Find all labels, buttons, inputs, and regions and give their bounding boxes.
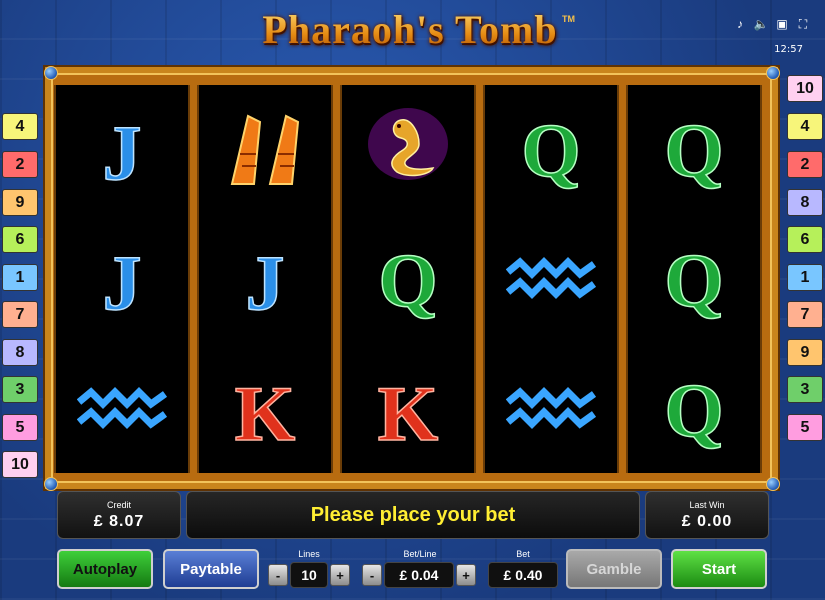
frame-stud (44, 477, 58, 491)
bet-line-value: £ 0.04 (384, 562, 454, 588)
frame-stud (766, 477, 780, 491)
reel-4: Q (483, 85, 619, 473)
symbol-water (485, 215, 617, 343)
line-marker-10[interactable]: 10 (787, 75, 823, 102)
line-marker-1[interactable]: 1 (2, 264, 38, 291)
line-marker-1[interactable]: 1 (787, 264, 823, 291)
bet-line-minus-button[interactable]: - (362, 564, 382, 586)
svg-text:Q: Q (664, 109, 723, 193)
bet-control: Bet £ 0.40 (488, 549, 558, 589)
line-marker-9[interactable]: 9 (2, 189, 38, 216)
start-button[interactable]: Start (671, 549, 767, 589)
symbol-q: Q (628, 85, 760, 213)
symbol-k: K (199, 345, 331, 473)
svg-text:Q: Q (664, 239, 723, 323)
symbol-k: K (342, 345, 474, 473)
paytable-button[interactable]: Paytable (163, 549, 259, 589)
line-marker-6[interactable]: 6 (787, 226, 823, 253)
line-marker-8[interactable]: 8 (2, 339, 38, 366)
line-marker-4[interactable]: 4 (2, 113, 38, 140)
svg-text:K: K (378, 370, 439, 454)
reel-1: J J (54, 85, 190, 473)
bet-line-label: Bet/Line (403, 549, 437, 559)
symbol-q: Q (628, 345, 760, 473)
line-marker-2[interactable]: 2 (2, 151, 38, 178)
trademark: TM (562, 14, 575, 24)
line-marker-4[interactable]: 4 (787, 113, 823, 140)
reel-3: Q K (340, 85, 476, 473)
dice-icon[interactable]: ▣ (776, 17, 788, 31)
line-marker-6[interactable]: 6 (2, 226, 38, 253)
line-marker-10[interactable]: 10 (2, 451, 38, 478)
symbol-q: Q (342, 215, 474, 343)
line-marker-9[interactable]: 9 (787, 339, 823, 366)
symbol-j: J (56, 85, 188, 213)
line-marker-3[interactable]: 3 (2, 376, 38, 403)
line-marker-7[interactable]: 7 (787, 301, 823, 328)
symbol-j: J (199, 215, 331, 343)
frame-stud (766, 66, 780, 80)
reels-frame: J J J K Q K Q Q Q Q (45, 67, 778, 489)
svg-text:Q: Q (664, 369, 723, 453)
credit-value: £ 8.07 (93, 513, 145, 530)
symbol-j: J (56, 215, 188, 343)
sound-icon[interactable]: 🔈 (754, 17, 769, 31)
lines-value: 10 (290, 562, 328, 588)
last-win-label: Last Win (689, 500, 725, 510)
credit-label: Credit (106, 500, 131, 510)
line-marker-3[interactable]: 3 (787, 376, 823, 403)
svg-text:J: J (246, 239, 285, 324)
bet-label: Bet (516, 549, 530, 559)
svg-text:J: J (103, 239, 142, 324)
symbol-feathers (199, 85, 331, 213)
symbol-water (56, 345, 188, 473)
last-win-value: £ 0.00 (681, 513, 733, 530)
svg-text:Q: Q (521, 109, 580, 193)
last-win-panel: Last Win £ 0.00 (645, 491, 769, 539)
line-marker-8[interactable]: 8 (787, 189, 823, 216)
bet-value: £ 0.40 (488, 562, 558, 588)
svg-text:J: J (103, 109, 142, 194)
message-bar: Please place your bet (186, 491, 640, 539)
top-toolbar: ♪ 🔈 ▣ ⛶ (734, 17, 809, 32)
credit-panel: Credit £ 8.07 (57, 491, 181, 539)
lines-minus-button[interactable]: - (268, 564, 288, 586)
bet-line-control: Bet/Line - £ 0.04 + (360, 549, 480, 589)
lines-control: Lines - 10 + (266, 549, 352, 589)
svg-text:Q: Q (378, 239, 437, 323)
music-icon[interactable]: ♪ (734, 17, 746, 31)
symbol-q: Q (628, 215, 760, 343)
fullscreen-icon[interactable]: ⛶ (797, 17, 809, 31)
lines-label: Lines (298, 549, 320, 559)
symbol-water (485, 345, 617, 473)
game-title: Pharaoh's Tomb (240, 6, 580, 58)
line-marker-2[interactable]: 2 (787, 151, 823, 178)
autoplay-button[interactable]: Autoplay (57, 549, 153, 589)
gamble-button[interactable]: Gamble (566, 549, 662, 589)
reel-5: Q Q Q (626, 85, 762, 473)
frame-stud (44, 66, 58, 80)
reel-2: J K (197, 85, 333, 473)
line-marker-7[interactable]: 7 (2, 301, 38, 328)
bet-line-plus-button[interactable]: + (456, 564, 476, 586)
clock: 12:57 (774, 44, 803, 55)
symbol-q: Q (485, 85, 617, 213)
symbol-cobra (342, 85, 474, 213)
line-marker-5[interactable]: 5 (2, 414, 38, 441)
svg-text:K: K (235, 370, 296, 454)
lines-plus-button[interactable]: + (330, 564, 350, 586)
line-marker-5[interactable]: 5 (787, 414, 823, 441)
